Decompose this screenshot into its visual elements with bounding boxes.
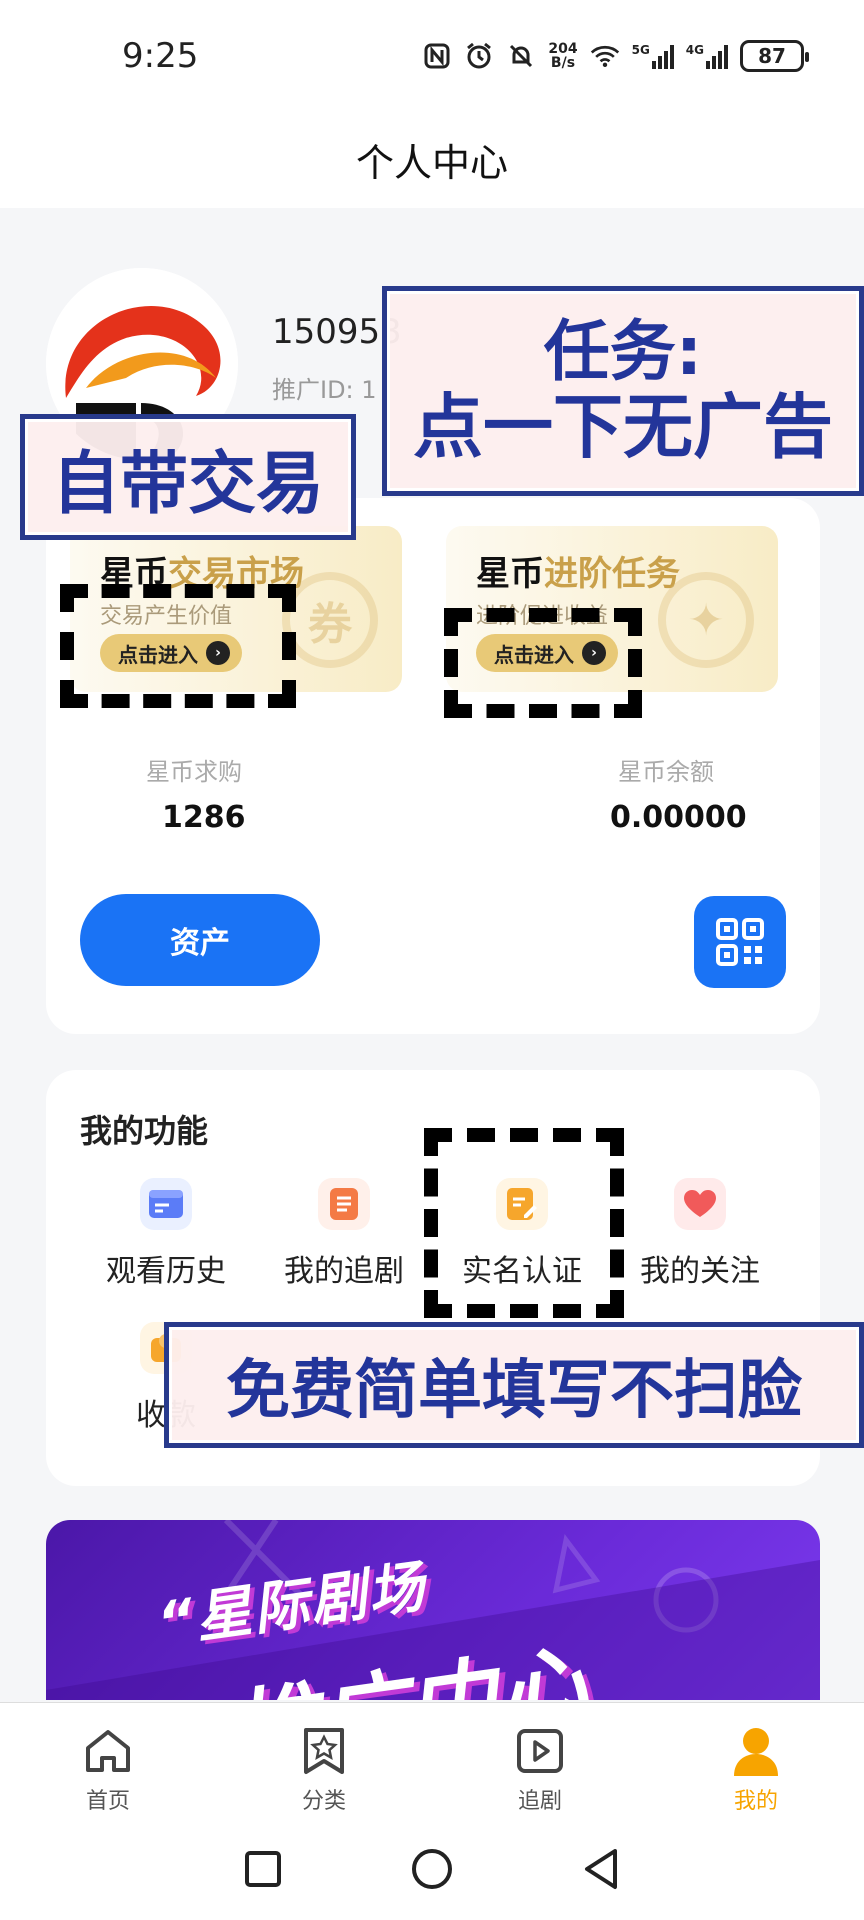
battery-icon: 87 [740,40,809,72]
advanced-task-title: 星币进阶任务 [476,554,680,594]
trade-annotation: 自带交易 [20,414,356,540]
trade-highlight-frame [60,584,296,708]
my-series-item[interactable]: 我的追剧 [254,1178,434,1298]
watch-history-item[interactable]: 观看历史 [76,1178,256,1298]
status-bar: 9:25 204 B/s 5G 4G 87 [0,0,864,110]
nfc-icon [422,41,452,71]
promo-banner[interactable]: “星际剧场 推广中心 [46,1520,820,1700]
page-title: 个人中心 [355,140,508,185]
recent-apps-icon[interactable] [243,1849,283,1893]
bookmark-star-icon [298,1725,350,1777]
browser-history-icon [140,1178,192,1230]
home-icon [82,1725,134,1777]
mute-bell-icon [506,41,536,71]
signal-5g: 5G [632,43,674,69]
signal-bars-icon [706,43,728,69]
qr-code-button[interactable] [694,896,786,988]
tab-follow[interactable]: 追剧 [432,1703,648,1822]
signal-4g: 4G [686,43,728,69]
person-icon [730,1725,782,1777]
coupon-icon: 券 [282,572,378,668]
tab-category[interactable]: 分类 [216,1703,432,1822]
my-follow-item[interactable]: 我的关注 [610,1178,790,1298]
network-speed: 204 B/s [548,41,578,71]
task-annotation: 任务: 点一下无广告 [382,286,864,496]
promo-id: 推广ID: 1 [272,376,377,404]
document-list-icon [318,1178,370,1230]
coin-balance-label: 星币余额 [618,758,714,786]
tab-home[interactable]: 首页 [0,1703,216,1822]
coin-buy-value: 1286 [162,800,246,835]
asset-card: 星币交易市场 交易产生价值 点击进入 › 券 星币进阶任务 进阶促进收益 点击进… [46,498,820,1034]
status-time: 9:25 [122,36,199,76]
play-icon [514,1725,566,1777]
auth-highlight-frame [424,1128,624,1318]
tab-mine[interactable]: 我的 [648,1703,864,1822]
signal-bars-icon [651,43,674,69]
back-triangle-icon[interactable] [581,1847,621,1895]
qr-code-icon [716,918,764,966]
home-circle-icon[interactable] [410,1847,454,1895]
status-icons: 204 B/s 5G 4G 87 [422,36,809,76]
coin-icon: ✦ [658,572,754,668]
coin-buy-label: 星币求购 [146,758,242,786]
title-bar: 个人中心 [0,110,864,208]
auth-annotation: 免费简单填写不扫脸 [164,1322,864,1448]
wifi-icon [590,41,620,71]
alarm-icon [464,41,494,71]
system-navigation-bar [0,1822,864,1920]
task-highlight-frame [444,608,642,718]
bottom-tab-bar: 首页 分类 追剧 我的 [0,1702,864,1822]
functions-title: 我的功能 [80,1112,209,1150]
coin-balance-value: 0.00000 [610,800,747,835]
assets-button[interactable]: 资产 [80,894,320,986]
heart-icon [674,1178,726,1230]
